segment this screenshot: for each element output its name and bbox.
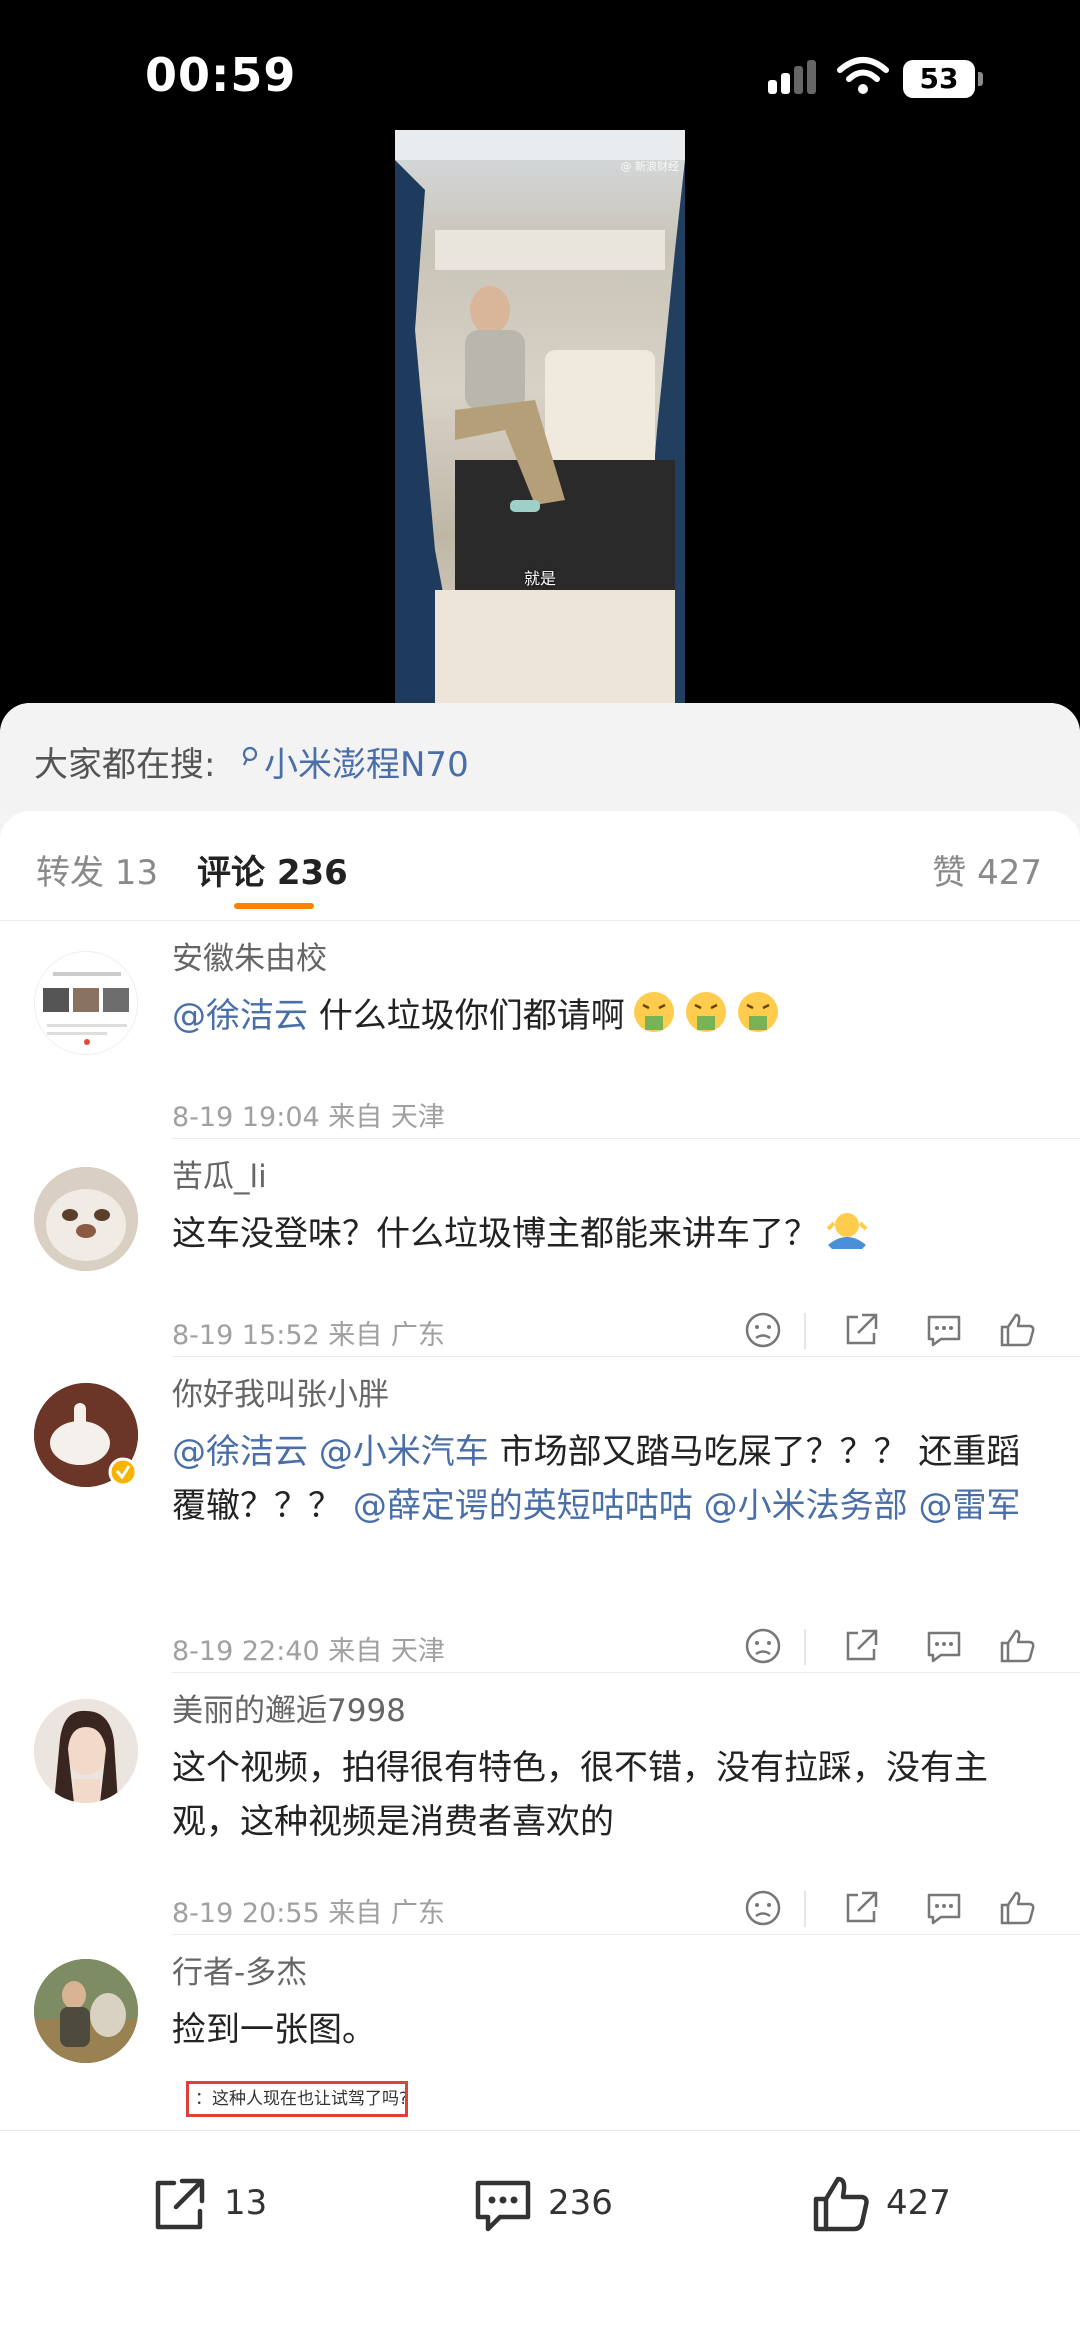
comment-count: 236 (548, 2183, 613, 2223)
mention-link[interactable]: @薛定谔的英短咕咕咕 (353, 1486, 693, 1526)
tab-likes[interactable]: 赞 427 (932, 845, 1042, 894)
avatar[interactable] (34, 1167, 138, 1271)
comment-item[interactable]: 苦瓜_li 这车没登味？什么垃圾博主都能来讲车了？ 8-19 15:52 来自 … (0, 1139, 1080, 1357)
dislike-face-icon[interactable] (740, 1307, 786, 1353)
comment-button[interactable]: 236 (470, 2171, 630, 2241)
comment-panel: 大家都在搜: 小米澎程N70 转发 13 评论 236 赞 427 安徽朱由校 … (0, 703, 1080, 2347)
comment-text: @徐洁云 什么垃圾你们都请啊 (172, 989, 1040, 1043)
status-bar: 00:59 53 (0, 0, 1080, 130)
comment-actions (740, 1885, 1040, 1935)
wifi-icon (837, 57, 889, 94)
battery-level: 53 (903, 60, 975, 98)
comment-body: 安徽朱由校 @徐洁云 什么垃圾你们都请啊 8-19 19:04 来自 天津 (172, 939, 1040, 1133)
like-button[interactable]: 427 (808, 2171, 968, 2241)
comment-item[interactable]: 安徽朱由校 @徐洁云 什么垃圾你们都请啊 8-19 19:04 来自 天津 (0, 921, 1080, 1139)
like-thumb-icon (813, 2176, 869, 2232)
mention-link[interactable]: @小米汽车 (319, 1432, 489, 1472)
comment-author[interactable]: 你好我叫张小胖 (172, 1375, 1040, 1415)
tab-bar: 转发 13 评论 236 赞 427 (0, 811, 1080, 921)
mention-link[interactable]: @小米法务部 (704, 1486, 908, 1526)
tab-comments[interactable]: 评论 236 (197, 845, 348, 894)
repost-button[interactable]: 13 (146, 2171, 286, 2241)
vomit-emoji-icon (685, 992, 726, 1032)
comment-body: 美丽的邂逅7998 这个视频，拍得很有特色，很不错，没有拉踩，没有主观，这种视频… (172, 1691, 1040, 1929)
comment-body: 行者-多杰 捡到一张图。 ：这种人现在也让试驾了吗? (172, 1953, 1040, 2131)
comment-icon[interactable] (921, 1623, 967, 1669)
comment-text: 捡到一张图。 (172, 2010, 376, 2050)
repost-count: 13 (224, 2183, 268, 2223)
like-thumb-icon[interactable] (994, 1623, 1040, 1669)
avatar[interactable] (34, 1699, 138, 1803)
comment-meta: 8-19 20:55 来自 广东 (172, 1898, 445, 1929)
vomit-emoji-icon (633, 992, 674, 1032)
like-count: 427 (886, 2183, 951, 2223)
trending-search-bar[interactable]: 大家都在搜: 小米澎程N70 (0, 703, 1080, 813)
signal-icon (768, 60, 816, 94)
comment-author[interactable]: 安徽朱由校 (172, 939, 1040, 979)
comment-attached-image[interactable]: ：这种人现在也让试驾了吗? (172, 2071, 572, 2131)
dislike-face-icon[interactable] (740, 1885, 786, 1931)
avatar[interactable] (34, 1959, 138, 2063)
mention-link[interactable]: @徐洁云 (172, 1432, 308, 1472)
like-thumb-icon[interactable] (994, 1307, 1040, 1353)
trending-search-term[interactable]: 小米澎程N70 (264, 737, 469, 786)
video-frame[interactable]: @ 新浪财经 就是 (395, 130, 685, 710)
comment-text: 这车没登味？什么垃圾博主都能来讲车了？ (172, 1207, 1040, 1261)
mention-link[interactable]: @雷军 (918, 1486, 1020, 1526)
comment-actions (740, 1307, 1040, 1357)
video-subtitle: 就是 (523, 569, 556, 588)
attached-image-text: ：这种人现在也让试驾了吗? (186, 2081, 408, 2117)
comment-item[interactable]: 美丽的邂逅7998 这个视频，拍得很有特色，很不错，没有拉踩，没有主观，这种视频… (0, 1673, 1080, 1935)
comment-body: 苦瓜_li 这车没登味？什么垃圾博主都能来讲车了？ 8-19 15:52 来自 … (172, 1157, 1040, 1351)
mention-link[interactable]: @徐洁云 (172, 996, 308, 1036)
avatar[interactable] (34, 951, 138, 1055)
repost-icon (155, 2178, 205, 2230)
comments-section: 转发 13 评论 236 赞 427 安徽朱由校 @徐洁云 什么垃圾你们都请啊 … (0, 811, 1080, 2347)
like-thumb-icon[interactable] (994, 1885, 1040, 1931)
comment-icon[interactable] (921, 1885, 967, 1931)
comment-item[interactable]: 行者-多杰 捡到一张图。 ：这种人现在也让试驾了吗? (0, 1935, 1080, 2135)
comment-actions (740, 1623, 1040, 1673)
comment-meta: 8-19 19:04 来自 天津 (172, 1102, 445, 1133)
video-player[interactable]: @ 新浪财经 就是 (0, 130, 1080, 710)
shrug-emoji-icon (826, 1213, 868, 1249)
vomit-emoji-icon (737, 992, 778, 1032)
search-icon (242, 746, 258, 766)
bottom-action-bar: 13 236 427 (0, 2130, 1080, 2347)
battery-indicator: 53 (903, 60, 983, 98)
active-tab-indicator (234, 903, 314, 909)
video-still-image (395, 130, 685, 710)
video-watermark: @ 新浪财经 (620, 160, 680, 173)
dislike-face-icon[interactable] (740, 1623, 786, 1669)
status-time: 00:59 (145, 48, 297, 102)
comment-item[interactable]: 你好我叫张小胖 @徐洁云 @小米汽车 市场部又踏马吃屎了？？？ 还重蹈覆辙？？？… (0, 1357, 1080, 1673)
share-icon[interactable] (838, 1623, 884, 1669)
tab-reposts[interactable]: 转发 13 (36, 845, 158, 894)
comment-text: @徐洁云 @小米汽车 市场部又踏马吃屎了？？？ 还重蹈覆辙？？？ @薛定谔的英短… (172, 1425, 1040, 1533)
share-icon[interactable] (838, 1307, 884, 1353)
comment-text-content: 这车没登味？什么垃圾博主都能来讲车了？ (172, 1214, 818, 1254)
comment-text: 这个视频，拍得很有特色，很不错，没有拉踩，没有主观，这种视频是消费者喜欢的 (172, 1748, 988, 1842)
comment-author[interactable]: 苦瓜_li (172, 1157, 1040, 1197)
comment-author[interactable]: 行者-多杰 (172, 1953, 1040, 1993)
comment-author[interactable]: 美丽的邂逅7998 (172, 1691, 1040, 1731)
share-icon[interactable] (838, 1885, 884, 1931)
comment-meta: 8-19 15:52 来自 广东 (172, 1320, 445, 1351)
comment-icon[interactable] (921, 1307, 967, 1353)
verified-badge-icon (108, 1457, 138, 1487)
comment-icon (475, 2180, 531, 2232)
trending-search-label: 大家都在搜: (34, 745, 216, 785)
comment-text-content: 什么垃圾你们都请啊 (308, 996, 625, 1036)
comment-body: 你好我叫张小胖 @徐洁云 @小米汽车 市场部又踏马吃屎了？？？ 还重蹈覆辙？？？… (172, 1375, 1040, 1667)
comment-meta: 8-19 22:40 来自 天津 (172, 1636, 445, 1667)
